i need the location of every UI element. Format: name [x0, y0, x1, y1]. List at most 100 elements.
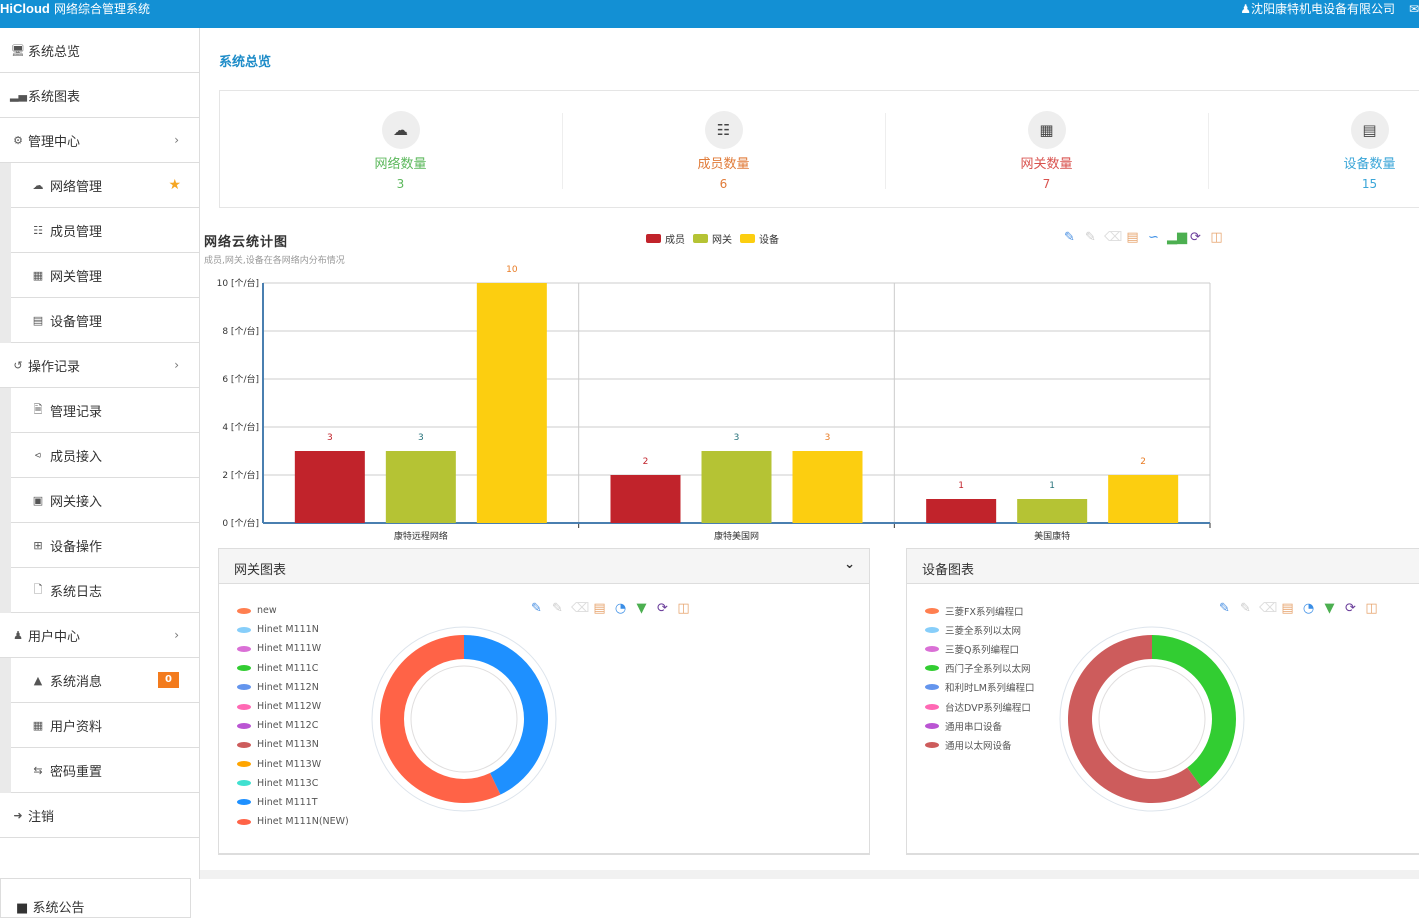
sidebar-item-system-log[interactable]: 🗋 系统日志 — [11, 568, 199, 613]
legend-item[interactable]: Hinet M113C — [237, 774, 349, 793]
save-icon[interactable]: ◫ — [1209, 230, 1224, 245]
sidebar-item-user-profile[interactable]: ▦ 用户资料 — [11, 703, 199, 748]
sidebar-item-label: 系统总览 — [28, 44, 81, 60]
main-content: 系统总览 ☁ 网络数量 3 ☷ 成员数量 6 ▦ 网关数量 7 ▤ 设备数量 1… — [200, 28, 1419, 879]
bar-成员 — [294, 451, 365, 523]
app-brand[interactable]: HiCloud 网络综合管理系统 — [0, 1, 150, 18]
bar-网关 — [701, 451, 772, 523]
data-view-icon[interactable]: ▤ — [1125, 230, 1140, 245]
sidebar-item-member-access[interactable]: ⪦ 成员接入 — [11, 433, 199, 478]
sidebar: 🖥 系统总览 ▂▄ 系统图表 ⚙ 管理中心 › ☁ 网络管理 ★ ☷ 成员管理 … — [0, 28, 200, 918]
legend-label: 成员 — [665, 235, 685, 246]
sitemap-icon: ☷ — [704, 111, 743, 149]
legend-label: Hinet M112W — [257, 701, 322, 713]
y-tick-label: 6 [个/台] — [222, 373, 259, 385]
legend-item[interactable]: Hinet M113N — [237, 735, 349, 754]
y-tick-label: 0 [个/台] — [222, 517, 259, 529]
save-icon[interactable]: ◫ — [1364, 601, 1379, 616]
refresh-icon[interactable]: ⟳ — [1188, 230, 1203, 245]
sidebar-item-management-records[interactable]: 🗎 管理记录 — [11, 388, 199, 433]
legend-label: 三菱全系列以太网 — [945, 625, 1022, 637]
sidebar-item-user-center[interactable]: ♟ 用户中心 › — [0, 613, 199, 658]
pencil-icon[interactable]: ✎ — [1238, 601, 1253, 616]
sidebar-item-label: 系统消息 — [50, 674, 103, 690]
sidebar-item-password-reset[interactable]: ⇆ 密码重置 — [11, 748, 199, 793]
user-menu[interactable]: ♟沈阳康特机电设备有限公司 — [1240, 1, 1395, 17]
legend-item[interactable]: 和利时LM系列编程口 — [925, 678, 1035, 697]
sidebar-item-system-charts[interactable]: ▂▄ 系统图表 — [0, 73, 199, 118]
chevron-down-icon[interactable]: ⌄ — [844, 557, 855, 572]
legend-item[interactable]: new — [237, 601, 349, 620]
sidebar-item-logout[interactable]: ➜ 注销 — [0, 793, 199, 838]
pencil-icon[interactable]: ✎ — [550, 601, 565, 616]
data-view-icon[interactable]: ▤ — [1280, 601, 1295, 616]
eraser-icon[interactable]: ⌫ — [571, 601, 589, 616]
eraser-icon[interactable]: ⌫ — [1259, 601, 1277, 616]
legend-label: 三菱Q系列编程口 — [945, 644, 1019, 656]
legend-swatch — [693, 234, 708, 243]
device-chart-legend: 三菱FX系列编程口三菱全系列以太网 三菱Q系列编程口西门子全系列以太网 和利时LM系… — [925, 601, 1035, 755]
funnel-icon[interactable]: ▼ — [634, 601, 649, 616]
sidebar-item-label: 系统图表 — [28, 89, 81, 105]
legend-swatch — [237, 799, 251, 806]
sidebar-item-device-management[interactable]: ▤ 设备管理 — [11, 298, 199, 343]
legend-item[interactable]: Hinet M111W — [237, 639, 349, 658]
legend-item[interactable]: 台达DVP系列编程口 — [925, 697, 1035, 716]
legend-item[interactable]: 三菱全系列以太网 — [925, 620, 1035, 639]
legend-item[interactable]: 网关 — [693, 231, 732, 246]
bar-data-label: 3 — [734, 433, 740, 443]
line-chart-icon[interactable]: ∽ — [1146, 230, 1161, 245]
legend-label: 设备 — [759, 235, 779, 246]
pencil-icon[interactable]: ✎ — [1083, 230, 1098, 245]
sidebar-item-operation-records[interactable]: ↺ 操作记录 › — [0, 343, 199, 388]
envelope-icon[interactable]: ✉ — [1409, 1, 1419, 17]
legend-item[interactable]: Hinet M111T — [237, 793, 349, 812]
refresh-icon[interactable]: ⟳ — [1343, 601, 1358, 616]
pie-chart-icon[interactable]: ◔ — [613, 601, 628, 616]
sidebar-item-system-overview[interactable]: 🖥 系统总览 — [0, 28, 199, 73]
pencil-plus-icon[interactable]: ✎ — [529, 601, 544, 616]
share-square-icon: ▣ — [32, 493, 44, 507]
legend-item[interactable]: 设备 — [740, 231, 779, 246]
x-tick-label: 康特远程网络 — [394, 530, 448, 542]
chevron-right-icon: › — [174, 628, 179, 642]
legend-label: 网关 — [712, 235, 732, 246]
y-tick-label: 4 [个/台] — [222, 421, 259, 433]
y-tick-label: 10 [个/台] — [217, 277, 259, 289]
legend-item[interactable]: 通用以太网设备 — [925, 735, 1035, 754]
grid-icon: ▦ — [32, 268, 44, 282]
pencil-plus-icon[interactable]: ✎ — [1217, 601, 1232, 616]
sidebar-item-management-center[interactable]: ⚙ 管理中心 › — [0, 118, 199, 163]
legend-item[interactable]: 通用串口设备 — [925, 716, 1035, 735]
legend-label: Hinet M111N — [257, 624, 319, 636]
legend-item[interactable]: Hinet M112C — [237, 716, 349, 735]
pencil-plus-icon[interactable]: ✎ — [1062, 230, 1077, 245]
sidebar-item-gateway-access[interactable]: ▣ 网关接入 — [11, 478, 199, 523]
legend-item[interactable]: 三菱Q系列编程口 — [925, 639, 1035, 658]
legend-item[interactable]: Hinet M111N(NEW) — [237, 812, 349, 831]
data-view-icon[interactable]: ▤ — [592, 601, 607, 616]
funnel-icon[interactable]: ▼ — [1322, 601, 1337, 616]
pie-chart-icon[interactable]: ◔ — [1301, 601, 1316, 616]
eraser-icon[interactable]: ⌫ — [1104, 230, 1122, 245]
sidebar-item-gateway-management[interactable]: ▦ 网关管理 — [11, 253, 199, 298]
legend-item[interactable]: Hinet M112W — [237, 697, 349, 716]
legend-item[interactable]: 成员 — [646, 231, 685, 246]
legend-item[interactable]: Hinet M111N — [237, 620, 349, 639]
sidebar-item-member-management[interactable]: ☷ 成员管理 — [11, 208, 199, 253]
legend-item[interactable]: Hinet M111C — [237, 659, 349, 678]
save-icon[interactable]: ◫ — [676, 601, 691, 616]
sidebar-item-system-messages[interactable]: ▲ 系统消息 0 — [11, 658, 199, 703]
refresh-icon[interactable]: ⟳ — [655, 601, 670, 616]
sidebar-item-label: 管理记录 — [50, 404, 103, 420]
bar-chart-icon[interactable]: ▂▆ — [1167, 230, 1187, 245]
stat-gateway-count: ▦ 网关数量 7 — [885, 111, 1208, 191]
stat-device-count: ▤ 设备数量 15 — [1208, 111, 1419, 191]
legend-item[interactable]: 西门子全系列以太网 — [925, 659, 1035, 678]
file-icon: 🗋 — [33, 582, 43, 596]
legend-item[interactable]: Hinet M113W — [237, 755, 349, 774]
legend-item[interactable]: Hinet M112N — [237, 678, 349, 697]
legend-item[interactable]: 三菱FX系列编程口 — [925, 601, 1035, 620]
sidebar-item-device-operations[interactable]: ⊞ 设备操作 — [11, 523, 199, 568]
sidebar-item-network-management[interactable]: ☁ 网络管理 ★ — [11, 163, 199, 208]
